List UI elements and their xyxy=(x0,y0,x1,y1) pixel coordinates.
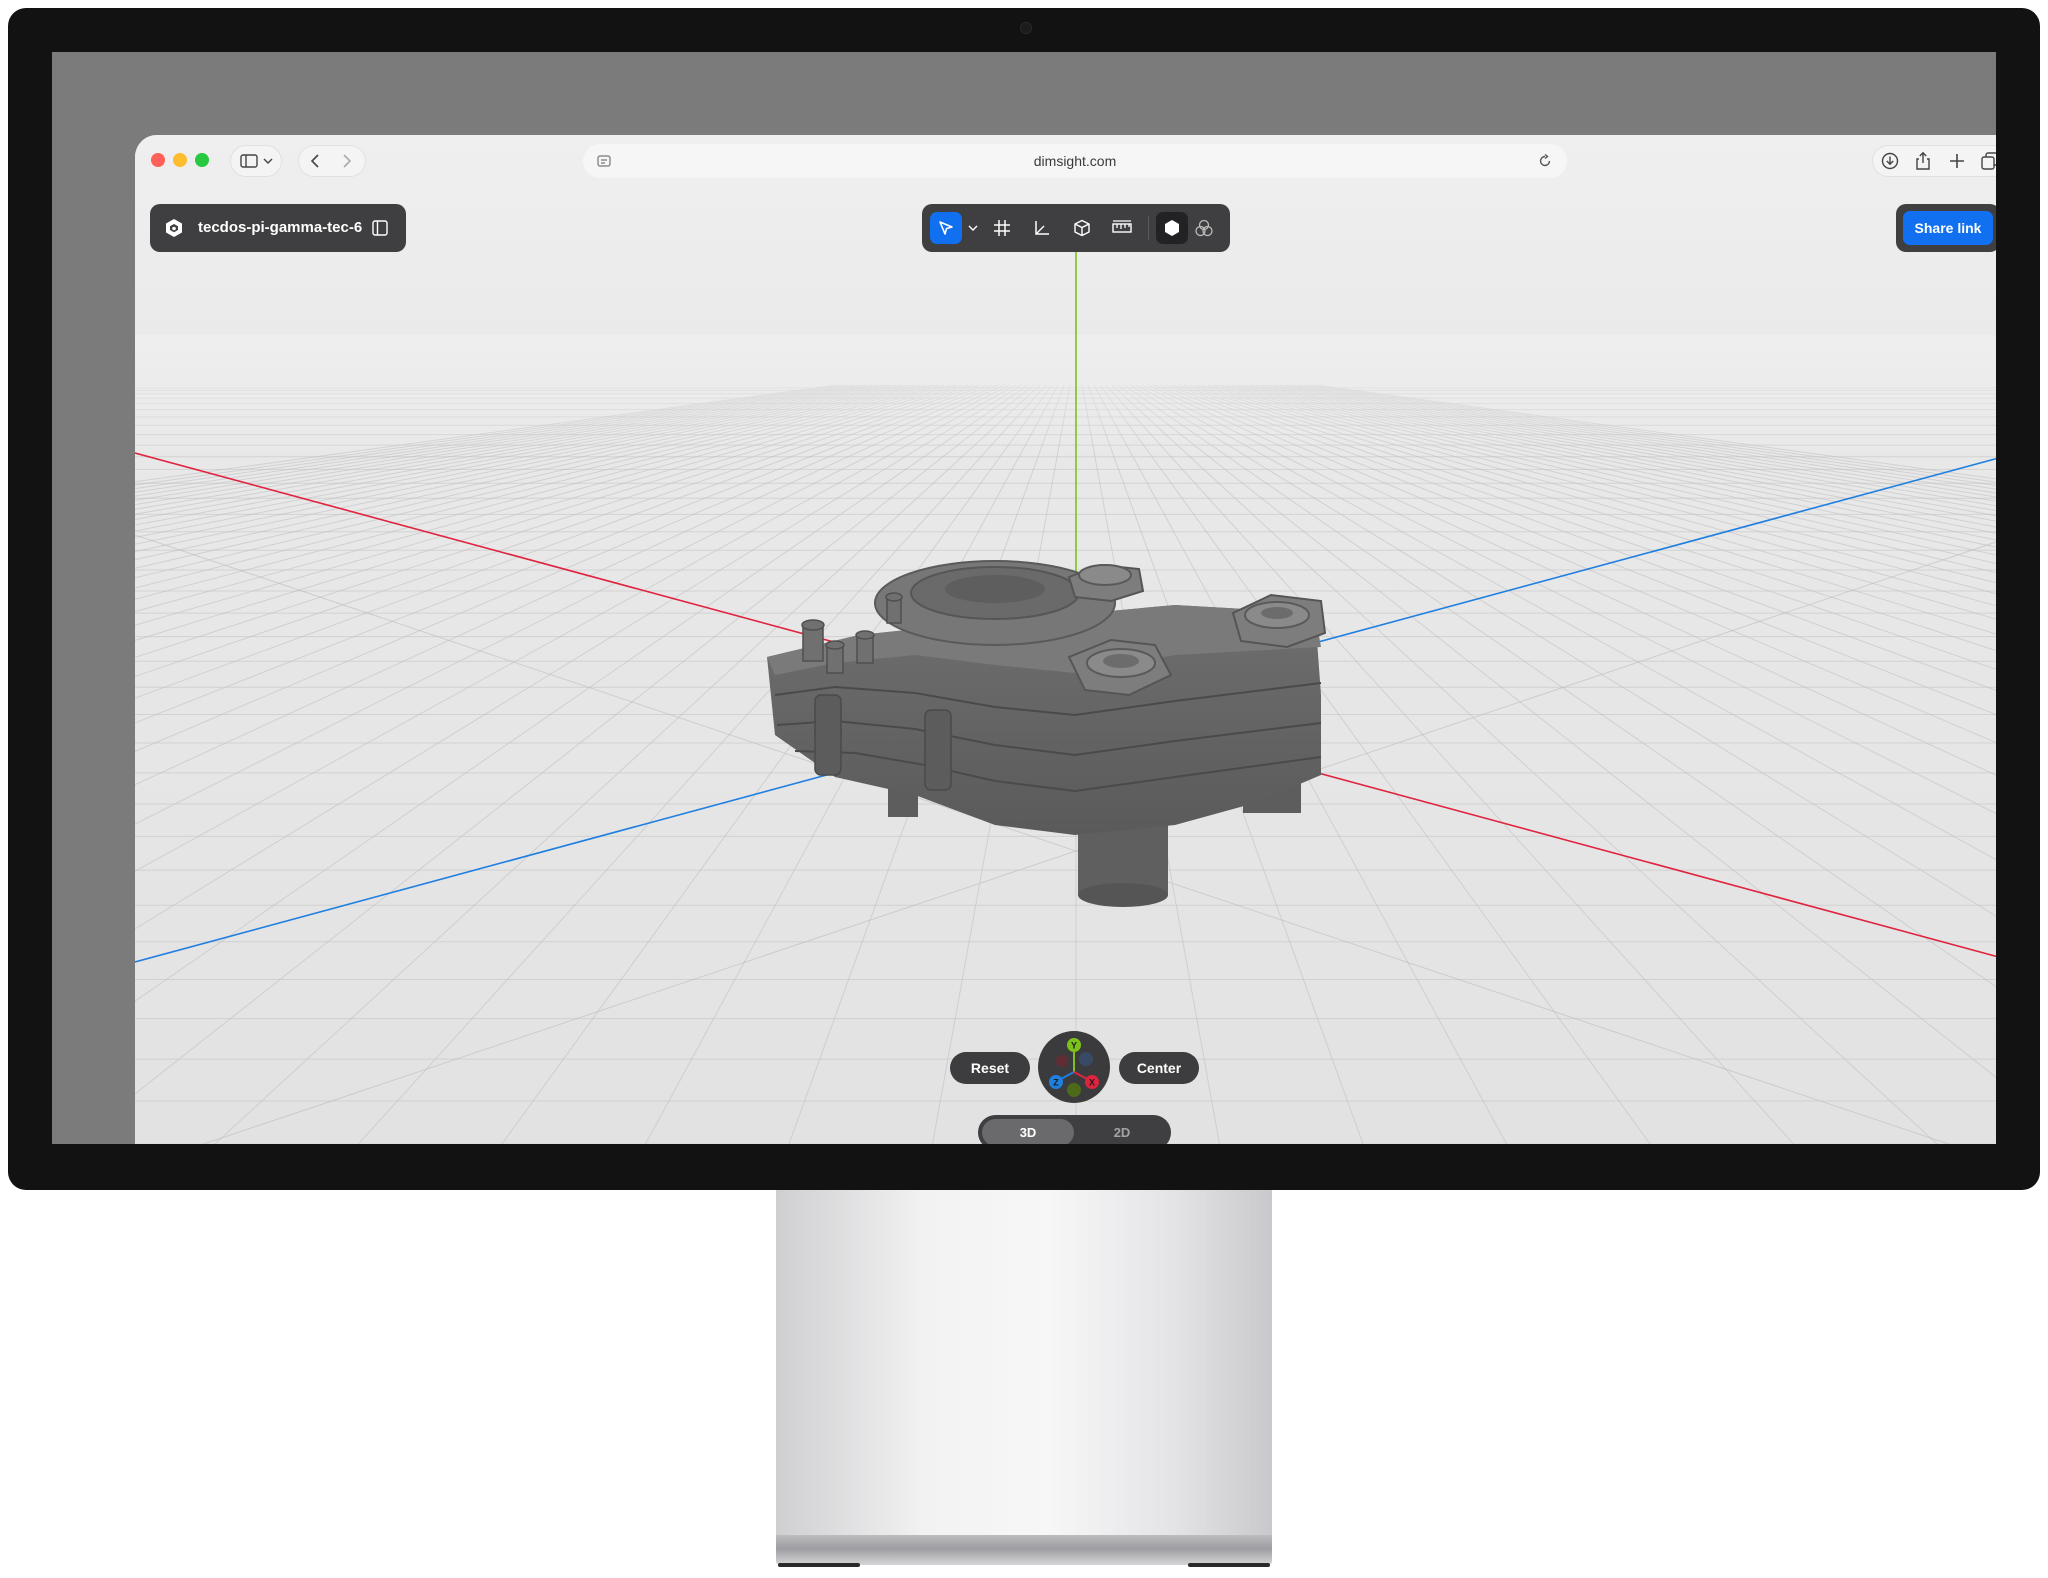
model-flange-hole xyxy=(945,575,1045,603)
monitor-screen: dimsight.com tecdos-pi-gamma-tec-6 Share… xyxy=(52,52,1996,1144)
gizmo-y-label: Y xyxy=(1071,1041,1077,1051)
gizmo-z-label: Z xyxy=(1053,1078,1059,1088)
navigation-buttons xyxy=(299,146,365,176)
gizmo-x-label: X xyxy=(1089,1078,1095,1088)
measure-tool-button[interactable] xyxy=(1106,212,1138,244)
view-2d-button[interactable]: 2D xyxy=(1076,1119,1168,1144)
plus-icon[interactable] xyxy=(1949,153,1965,169)
sidebar-toggle-button[interactable] xyxy=(231,146,281,176)
axis-gizmo-icon: Y Z X xyxy=(1049,1038,1099,1097)
monitor-foot xyxy=(778,1563,860,1567)
panel-toggle-icon[interactable] xyxy=(372,220,388,236)
window-minimize-button[interactable] xyxy=(173,153,187,167)
monitor-stand-base xyxy=(776,1535,1272,1565)
camera-icon xyxy=(1020,22,1032,34)
monitor-stand xyxy=(776,1190,1272,1535)
project-name[interactable]: tecdos-pi-gamma-tec-6 xyxy=(198,204,362,252)
forward-icon[interactable] xyxy=(339,153,353,169)
axes-icon xyxy=(1035,221,1049,235)
app-logo-icon[interactable] xyxy=(164,218,184,238)
browser-tools xyxy=(1873,146,1996,176)
center-view-button[interactable]: Center xyxy=(1119,1052,1199,1084)
share-icon[interactable] xyxy=(1915,151,1931,171)
solid-shading-button[interactable] xyxy=(1156,212,1188,244)
viewer-toolbar xyxy=(922,204,1230,252)
window-close-button[interactable] xyxy=(151,153,165,167)
xray-shading-button[interactable] xyxy=(1188,212,1220,244)
model-leg-bottom xyxy=(1078,883,1168,907)
share-link-container: Share link xyxy=(1896,204,1996,252)
select-tool-button[interactable] xyxy=(930,212,962,244)
view-mode-toggle: 3D 2D xyxy=(978,1115,1171,1144)
share-link-button[interactable]: Share link xyxy=(1903,211,1993,245)
xray-shading-icon xyxy=(1195,219,1213,237)
address-bar[interactable]: dimsight.com xyxy=(583,144,1567,178)
chevron-down-icon xyxy=(263,158,273,164)
toolbar-divider xyxy=(1148,216,1149,240)
grid-icon xyxy=(994,220,1010,236)
reload-icon[interactable] xyxy=(1538,154,1552,168)
browser-window: dimsight.com tecdos-pi-gamma-tec-6 Share… xyxy=(135,135,1996,1144)
axes-tool-button[interactable] xyxy=(1026,212,1058,244)
solid-shading-icon xyxy=(1165,220,1179,236)
reset-view-button[interactable]: Reset xyxy=(950,1052,1030,1084)
axis-gizmo[interactable]: Y Z X xyxy=(1038,1031,1110,1103)
measure-icon xyxy=(1112,220,1132,233)
3d-viewport[interactable] xyxy=(135,135,1996,1144)
grid-tool-button[interactable] xyxy=(986,212,1018,244)
view-3d-button[interactable]: 3D xyxy=(982,1119,1074,1144)
horizon-haze xyxy=(135,335,1996,455)
tabs-icon[interactable] xyxy=(1981,152,1996,170)
select-icon xyxy=(939,221,953,235)
dropdown-chevron-icon[interactable] xyxy=(968,224,978,232)
cube-icon xyxy=(1074,219,1090,237)
sidebar-icon xyxy=(240,154,258,168)
url-text[interactable]: dimsight.com xyxy=(583,144,1567,178)
window-zoom-button[interactable] xyxy=(195,153,209,167)
back-icon[interactable] xyxy=(309,153,323,169)
monitor-foot xyxy=(1188,1563,1270,1567)
cube-tool-button[interactable] xyxy=(1066,212,1098,244)
project-chip: tecdos-pi-gamma-tec-6 xyxy=(150,204,406,252)
download-icon[interactable] xyxy=(1881,152,1899,170)
